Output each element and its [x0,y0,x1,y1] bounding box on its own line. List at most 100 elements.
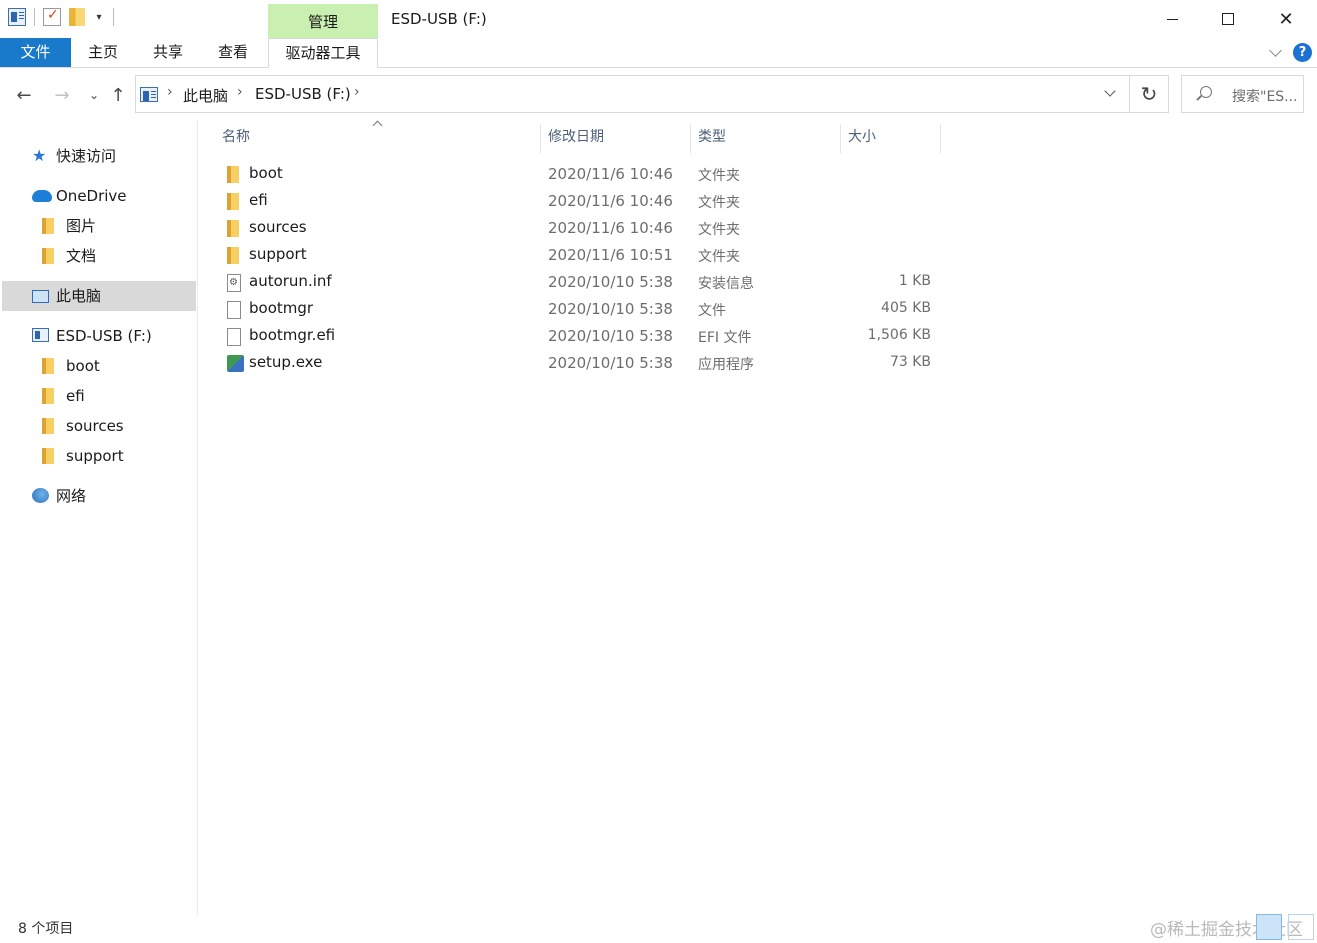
nav-item-label: 文档 [66,247,97,265]
folder-icon [42,218,54,234]
close-button[interactable]: ✕ [1257,0,1315,38]
file-name: bootmgr.efi [249,326,336,344]
file-type: 文件夹 [698,168,740,184]
file-type: 文件 [698,303,726,319]
file-size: 405 KB [881,300,931,316]
folder-icon [42,388,54,404]
nav-item-label: boot [66,357,100,375]
address-bar[interactable]: › 此电脑 › ESD-USB (F:) › [135,75,1130,113]
customize-toolbar-dropdown-icon[interactable]: ▾ [93,12,105,23]
column-header-date[interactable]: 修改日期 [542,124,691,153]
file-type: 安装信息 [698,276,754,292]
manage-context-tab[interactable]: 管理 [268,4,378,38]
minimize-button[interactable] [1143,0,1201,38]
setup-info-icon [227,274,241,292]
file-row[interactable]: bootmgr 2020/10/10 5:38 文件 405 KB [219,296,941,323]
file-name: efi [249,191,268,209]
nav-item-label: support [66,447,124,465]
file-modified-date: 2020/11/6 10:46 [548,219,673,237]
ribbon-tab-bar: 文件 主页 共享 查看 驱动器工具 ? [0,38,1317,68]
address-history-chevron-icon[interactable] [1102,86,1118,102]
quick-access-toolbar: ▾ [8,7,114,26]
nav-item-label: efi [66,387,85,405]
large-icons-view-button[interactable] [1288,914,1314,940]
forward-button[interactable]: → [50,82,74,108]
help-icon[interactable]: ? [1293,43,1312,62]
file-row[interactable]: support 2020/11/6 10:51 文件夹 [219,242,941,269]
tab-home[interactable]: 主页 [73,38,133,67]
tab-share[interactable]: 共享 [138,38,198,67]
setup-exe-icon [227,355,244,372]
toolbar-separator [113,8,114,26]
file-type: EFI 文件 [698,330,752,346]
maximize-icon [1222,13,1234,25]
details-view-button[interactable] [1256,914,1282,940]
file-name: autorun.inf [249,272,332,290]
nav-item-label: sources [66,417,124,435]
file-name: boot [249,164,283,182]
drive-icon [32,328,49,342]
nav-item-label: 快速访问 [56,147,117,165]
explorer-window-icon[interactable] [8,8,26,26]
status-item-count: 8 个项目 [18,921,74,937]
folder-icon [227,220,239,237]
up-button[interactable]: ↑ [106,82,130,108]
folder-icon [42,448,54,464]
folder-icon [42,248,54,264]
breadcrumb-chevron-icon[interactable]: › [237,84,243,100]
file-icon [227,328,241,346]
tab-drive-tools[interactable]: 驱动器工具 [268,38,378,68]
file-type: 文件夹 [698,195,740,211]
file-row[interactable]: autorun.inf 2020/10/10 5:38 安装信息 1 KB [219,269,941,296]
file-modified-date: 2020/10/10 5:38 [548,327,673,345]
column-header-size[interactable]: 大小 [842,124,941,153]
search-icon [1200,86,1212,98]
file-type: 文件夹 [698,222,740,238]
title-bar: ▾ 管理 ESD-USB (F:) ✕ [0,0,1317,38]
folder-icon [227,166,239,183]
cloud-icon [32,190,52,202]
recent-locations-chevron-icon[interactable]: ⌄ [82,82,106,108]
refresh-button[interactable]: ↻ [1130,75,1169,113]
nav-item-label: ESD-USB (F:) [56,327,152,345]
nav-item-label: 此电脑 [56,287,102,305]
maximize-button[interactable] [1199,0,1257,38]
back-button[interactable]: ← [12,82,36,108]
new-folder-icon[interactable] [69,8,85,26]
properties-icon[interactable] [43,7,61,26]
file-name: setup.exe [249,353,323,371]
column-header-type[interactable]: 类型 [692,124,841,153]
breadcrumb-this-pc[interactable]: 此电脑 [183,85,228,106]
file-row[interactable]: efi 2020/11/6 10:46 文件夹 [219,188,941,215]
breadcrumb-chevron-icon[interactable]: › [354,84,360,100]
file-row[interactable]: bootmgr.efi 2020/10/10 5:38 EFI 文件 1,506 KB [219,323,941,350]
expand-ribbon-chevron-icon[interactable] [1268,45,1284,61]
file-modified-date: 2020/10/10 5:38 [548,354,673,372]
file-modified-date: 2020/11/6 10:51 [548,246,673,264]
file-name: support [249,245,307,263]
file-icon [227,301,241,319]
star-icon: ★ [32,146,47,165]
breadcrumb-chevron-icon[interactable]: › [167,84,173,100]
column-header-name[interactable]: 名称 [216,124,541,153]
nav-item-label: 图片 [66,217,97,235]
file-modified-date: 2020/11/6 10:46 [548,192,673,210]
search-input[interactable]: 搜索"ES... [1181,75,1304,113]
window-title: ESD-USB (F:) [391,10,487,28]
file-row[interactable]: setup.exe 2020/10/10 5:38 应用程序 73 KB [219,350,941,377]
tab-view[interactable]: 查看 [203,38,263,67]
navigation-pane: ★ 快速访问 OneDrive 图片 文档 此电脑 ESD-USB (F:) b… [0,120,198,915]
file-name: sources [249,218,307,236]
breadcrumb-drive[interactable]: ESD-USB (F:) [255,85,351,103]
file-row[interactable]: sources 2020/11/6 10:46 文件夹 [219,215,941,242]
toolbar-separator [34,8,35,26]
tab-file[interactable]: 文件 [0,38,71,67]
folder-icon [42,418,54,434]
file-type: 应用程序 [698,357,754,373]
file-size: 73 KB [889,354,931,370]
minimize-icon [1166,18,1178,20]
folder-icon [42,358,54,374]
file-row[interactable]: boot 2020/11/6 10:46 文件夹 [219,161,941,188]
file-modified-date: 2020/11/6 10:46 [548,165,673,183]
file-size: 1,506 KB [867,327,931,343]
